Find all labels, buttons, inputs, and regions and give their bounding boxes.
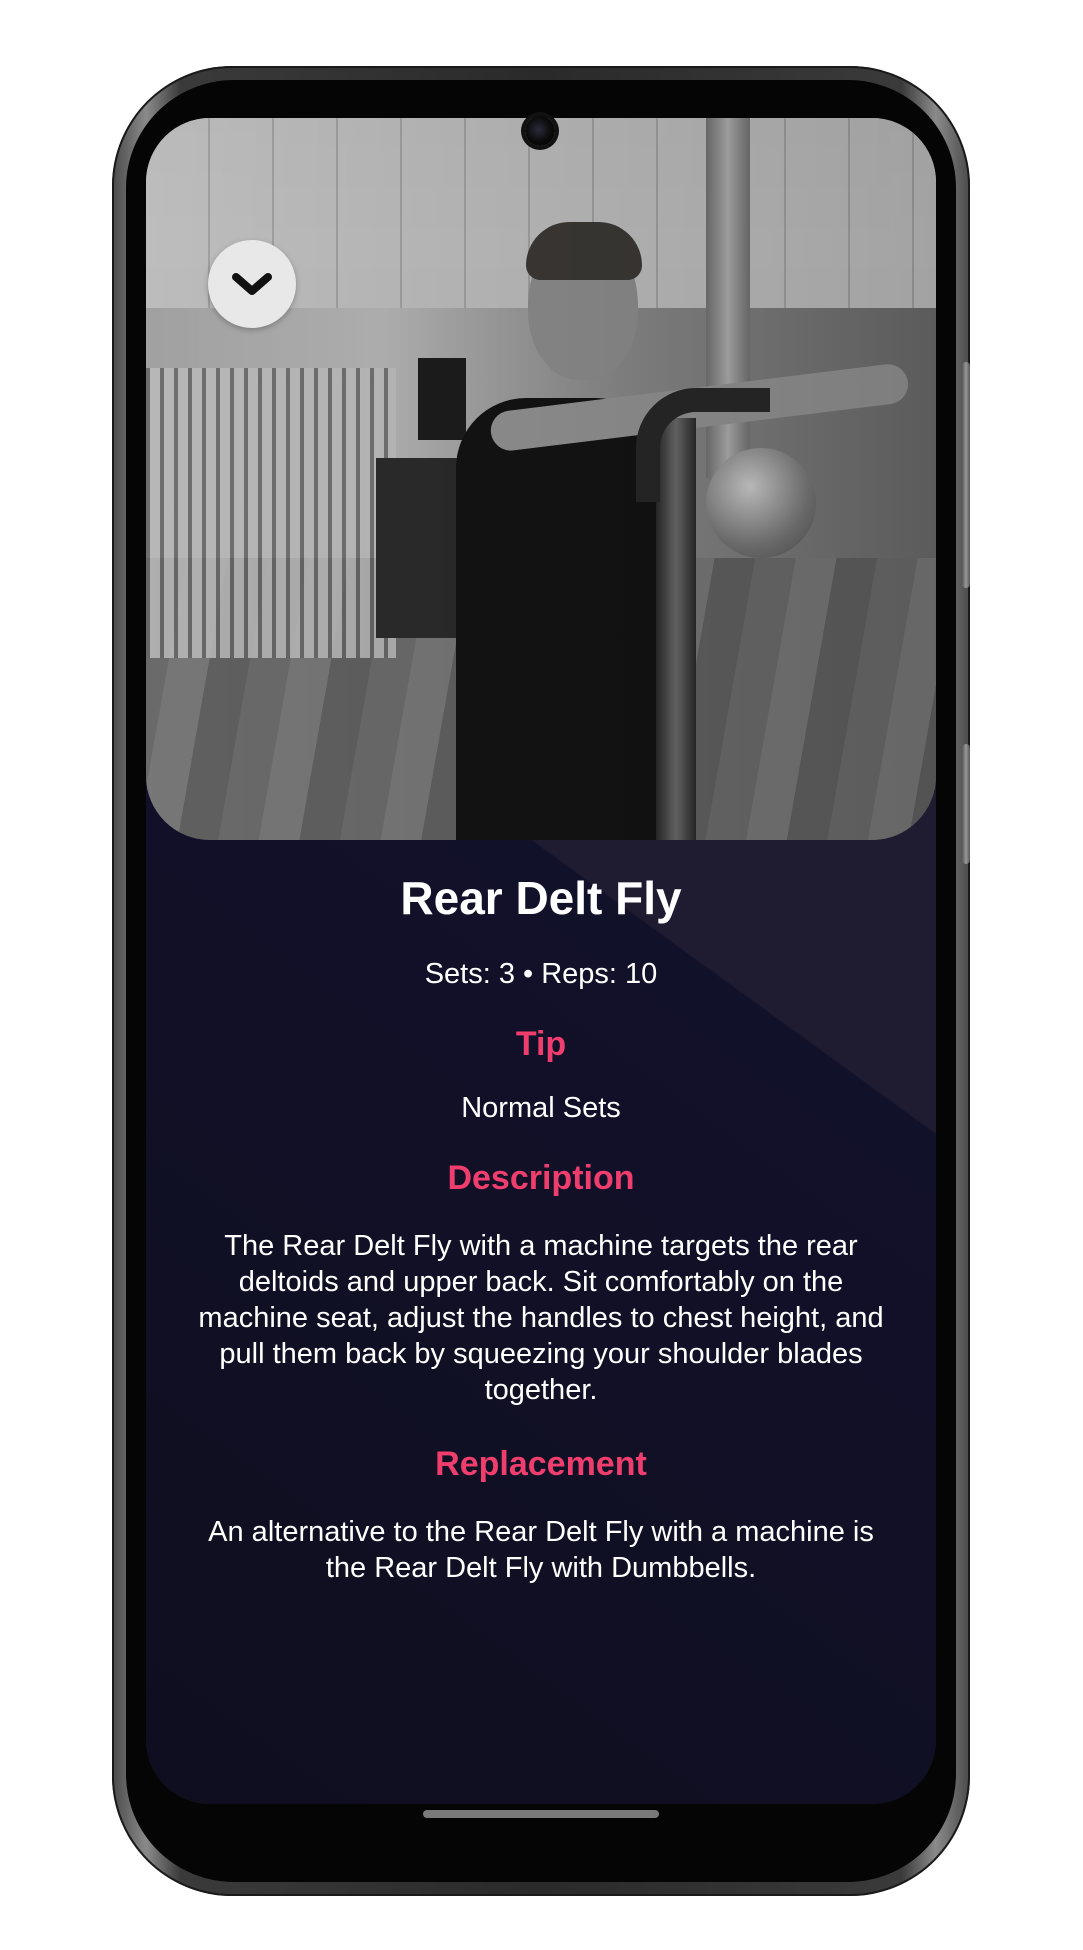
tip-heading: Tip xyxy=(515,1025,567,1063)
chevron-down-icon xyxy=(232,273,272,295)
replacement-heading: Replacement xyxy=(435,1445,647,1483)
description-heading: Description xyxy=(447,1159,635,1197)
power-button xyxy=(962,362,970,588)
exercise-image xyxy=(146,118,936,840)
tip-text: Normal Sets xyxy=(461,1092,621,1124)
front-camera xyxy=(525,116,555,146)
exercise-details: Rear Delt Fly Sets: 3 • Reps: 10 Tip Nor… xyxy=(146,868,936,1586)
replacement-text: An alternative to the Rear Delt Fly with… xyxy=(208,1516,874,1584)
description-text: The Rear Delt Fly with a machine targets… xyxy=(198,1230,884,1406)
volume-button xyxy=(962,744,970,864)
sets-reps-text: Sets: 3 • Reps: 10 xyxy=(424,958,658,990)
exercise-title: Rear Delt Fly xyxy=(400,872,682,924)
home-indicator[interactable] xyxy=(423,1810,659,1818)
collapse-button[interactable] xyxy=(208,240,296,328)
image-shade xyxy=(146,118,936,840)
